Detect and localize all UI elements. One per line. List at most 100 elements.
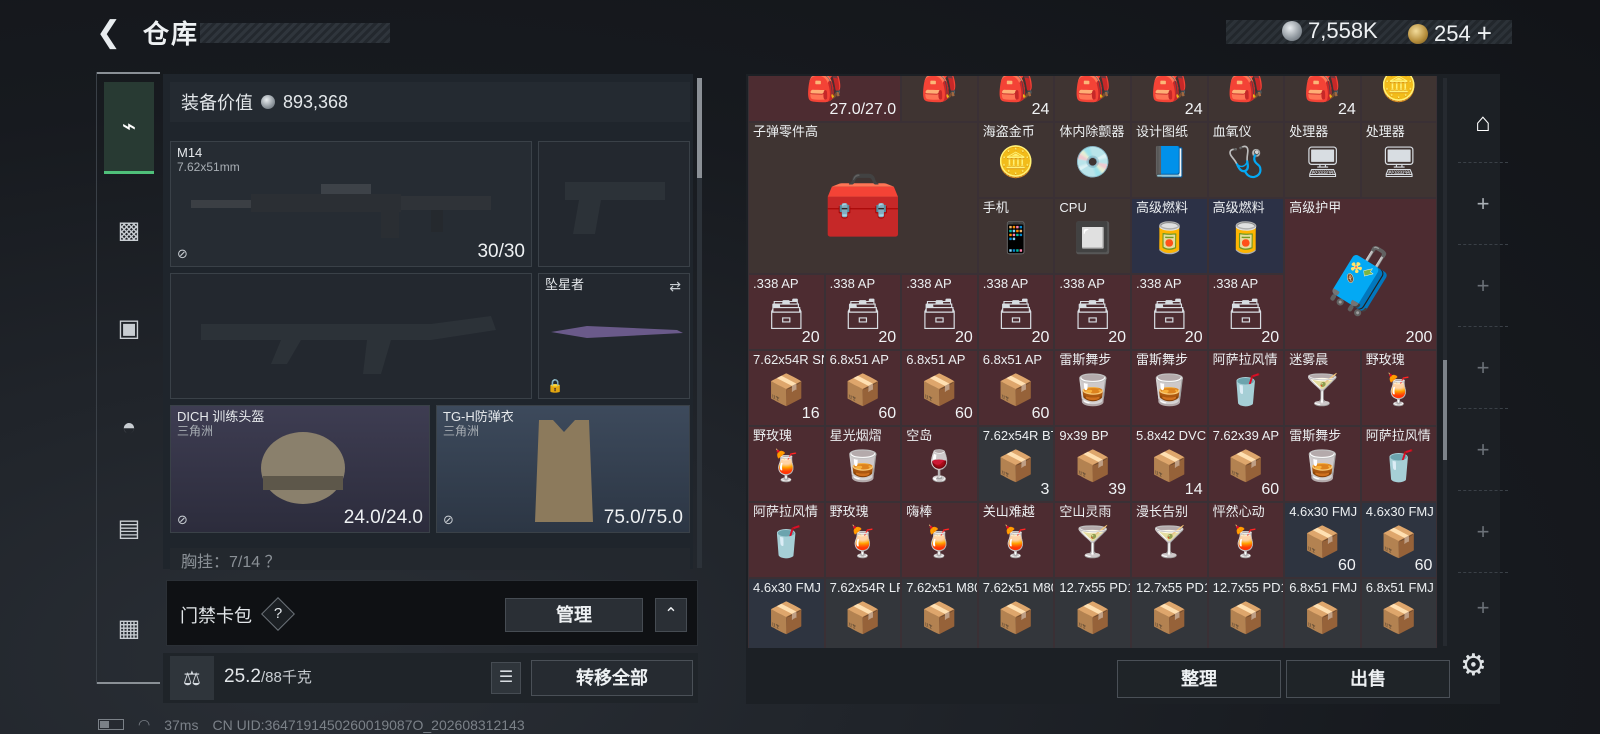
currency-silver[interactable]: 7,558K [1282, 18, 1378, 44]
tab-helmet[interactable]: ◓ [104, 400, 154, 456]
grid-item[interactable]: 12.7x55 PD12双头 📦 [1131, 577, 1208, 648]
grid-item[interactable]: 处理器 🖥 [1284, 121, 1361, 198]
slot-helmet[interactable]: DICH 训练头盔 三角洲 ⊘ 24.0/24.0 [170, 405, 430, 533]
grid-item[interactable]: .338 AP 🗃 20 [1207, 273, 1285, 350]
grid-item[interactable]: 🎒 24 [977, 76, 1055, 122]
back-arrow-icon[interactable]: ❮ [96, 18, 126, 48]
tab-add-1[interactable]: + [1458, 176, 1508, 232]
chest-rig-row[interactable]: 胸挂：7/14 ？ [170, 548, 690, 570]
grid-item[interactable]: .338 AP 🗃 20 [824, 273, 902, 350]
tab-weapon[interactable]: ⌁ [104, 82, 154, 174]
grid-item[interactable]: 雷斯舞步 🥃 [1284, 425, 1361, 502]
manage-button[interactable]: 管理 [505, 598, 643, 632]
grid-item[interactable]: 处理器 🖥 [1360, 121, 1438, 198]
grid-item[interactable]: 阿萨拉风情 🥤 [1360, 425, 1438, 502]
grid-item[interactable]: 迷雾晨 🍸 [1284, 349, 1361, 426]
grid-item[interactable]: 7.62x39 AP 📦 60 [1207, 425, 1285, 502]
tab-vest[interactable]: ▩ [104, 202, 154, 258]
grid-item[interactable]: .338 AP 🗃 20 [901, 273, 978, 350]
grid-item[interactable]: 🎒 27.0/27.0 [748, 76, 902, 122]
grid-item[interactable]: 高级护甲 🧳 200 [1284, 197, 1438, 350]
tab-case[interactable]: ▤ [104, 500, 154, 556]
grid-item[interactable]: 7.62x51 M80 📦 [977, 577, 1055, 648]
help-icon[interactable]: ? [266, 602, 290, 626]
add-currency-button[interactable]: + [1477, 18, 1492, 49]
grid-item[interactable]: 6.8x51 FMJ 📦 [1284, 577, 1361, 648]
grid-item[interactable]: 阿萨拉风情 🥤 [1207, 349, 1285, 426]
tab-add-6[interactable]: + [1458, 580, 1508, 636]
grid-item[interactable]: 4.6x30 FMJ SX 📦60 [1360, 501, 1438, 578]
grid-item[interactable]: 7.62x54R BT 📦 3 [977, 425, 1055, 502]
slot-pistol-empty[interactable] [538, 141, 690, 267]
slot-melee[interactable]: 坠星者 ⇄ 🔒 [538, 273, 690, 399]
grid-item[interactable]: 6.8x51 AP 📦 60 [901, 349, 978, 426]
grid-item[interactable]: 🎒 [901, 76, 978, 122]
tab-add-4[interactable]: + [1458, 422, 1508, 478]
chevron-up-icon[interactable]: ⌃ [655, 598, 687, 632]
grid-item[interactable]: 空山灵雨 🍸 [1054, 501, 1131, 578]
grid-item[interactable]: 关山难越 🍹 [977, 501, 1055, 578]
grid-item[interactable]: 4.6x30 FMJ SX 📦60 [1284, 501, 1361, 578]
tab-storage-home[interactable]: ⌂ [1458, 94, 1508, 150]
grid-item[interactable]: 7.62x51 M80 📦 [901, 577, 978, 648]
grid-item[interactable]: 海盗金币🪙 [977, 121, 1055, 198]
slot-secondary-empty[interactable] [170, 273, 532, 399]
sell-button[interactable]: 出售 [1286, 660, 1450, 698]
slot-primary-weapon[interactable]: M14 7.62x51mm ⊘ 30/30 [170, 141, 532, 267]
grid-item[interactable]: 12.7x55 PD12双头 📦 [1054, 577, 1131, 648]
grid-item[interactable]: 12.7x55 PD12双头 📦 [1207, 577, 1285, 648]
gear-icon[interactable]: ⚙ [1460, 648, 1487, 683]
grid-item[interactable]: 体内除颤器 💿 [1054, 121, 1131, 198]
helmet-origin: 三角洲 [177, 424, 214, 438]
grid-item[interactable]: 星光烟熠 🥃 [824, 425, 902, 502]
grid-item[interactable]: 6.8x51 AP 📦 60 [824, 349, 902, 426]
grid-item[interactable]: 🎒 [1207, 76, 1285, 122]
grid-item[interactable]: 🎒 24 [1131, 76, 1208, 122]
grid-item[interactable]: 雷斯舞步 🥃 [1054, 349, 1131, 426]
grid-item[interactable]: 空岛 🍷 [901, 425, 978, 502]
grid-item[interactable]: .338 AP 🗃 20 [1131, 273, 1208, 350]
grid-item[interactable]: 野玫瑰 🍹 [748, 425, 825, 502]
grid-item[interactable]: 子弹零件高 🧰 [748, 121, 978, 274]
grid-item[interactable]: 6.8x51 AP 📦 60 [977, 349, 1055, 426]
tab-backpack[interactable]: ▣ [104, 300, 154, 356]
tab-add-3[interactable]: + [1458, 340, 1508, 396]
grid-item[interactable]: 野玫瑰 🍹 [1360, 349, 1438, 426]
grid-item[interactable]: 7.62x54R SNB 📦16 [748, 349, 825, 426]
grid-item[interactable]: 9x39 BP 📦 39 [1054, 425, 1131, 502]
grid-item[interactable]: 野玫瑰 🍹 [824, 501, 902, 578]
grid-item[interactable]: 海盗金币🪙 [1360, 76, 1438, 122]
grid-item[interactable]: 漫长告别 🍸 [1131, 501, 1208, 578]
grid-item[interactable]: .338 AP 🗃 20 [1054, 273, 1131, 350]
grid-item[interactable]: 7.62x54R LPS 📦 [824, 577, 902, 648]
grid-item[interactable]: 🎒 [1054, 76, 1131, 122]
grid-item[interactable]: 4.6x30 FMJ SX 📦 [748, 577, 825, 648]
tab-add-2[interactable]: + [1458, 258, 1508, 314]
grid-item[interactable]: .338 AP 🗃 20 [748, 273, 825, 350]
transfer-all-button[interactable]: 转移全部 [531, 660, 693, 696]
grid-item[interactable]: 嗨棒 🍹 [901, 501, 978, 578]
sort-button[interactable]: 整理 [1117, 660, 1281, 698]
grid-item[interactable]: 6.8x51 FMJ 📦 [1360, 577, 1438, 648]
grid-item[interactable]: 🎒 24 [1284, 76, 1361, 122]
tab-toolbox[interactable]: ▦ [104, 600, 154, 656]
grid-item[interactable]: 手机 📱 [977, 197, 1055, 274]
grid-item[interactable]: CPU 🔲 [1054, 197, 1131, 274]
grid-item[interactable]: 设计图纸 📘 [1131, 121, 1208, 198]
grid-item[interactable]: 高级燃料 🥫 [1131, 197, 1208, 274]
storage-scroll-thumb[interactable] [1443, 360, 1447, 460]
grid-item[interactable]: 阿萨拉风情 🥤 [748, 501, 825, 578]
grid-item[interactable]: 血氧仪 🩺 [1207, 121, 1285, 198]
grid-item[interactable]: 怦然心动 🍹 [1207, 501, 1285, 578]
slot-armor[interactable]: TG-H防弹衣 三角洲 ⊘ 75.0/75.0 [436, 405, 690, 533]
loadout-scroll-thumb[interactable] [697, 78, 702, 178]
tab-add-5[interactable]: + [1458, 504, 1508, 560]
currency-gold[interactable]: 254 + [1408, 18, 1492, 49]
list-icon[interactable]: ☰ [491, 662, 521, 694]
item-image-icon: 📦 [767, 374, 805, 408]
grid-item[interactable]: .338 AP 🗃 20 [977, 273, 1055, 350]
grid-item[interactable]: 高级燃料 🥫 [1207, 197, 1285, 274]
swap-icon[interactable]: ⇄ [669, 278, 681, 295]
grid-item[interactable]: 雷斯舞步 🥃 [1131, 349, 1208, 426]
grid-item[interactable]: 5.8x42 DVC12 📦14 [1131, 425, 1208, 502]
